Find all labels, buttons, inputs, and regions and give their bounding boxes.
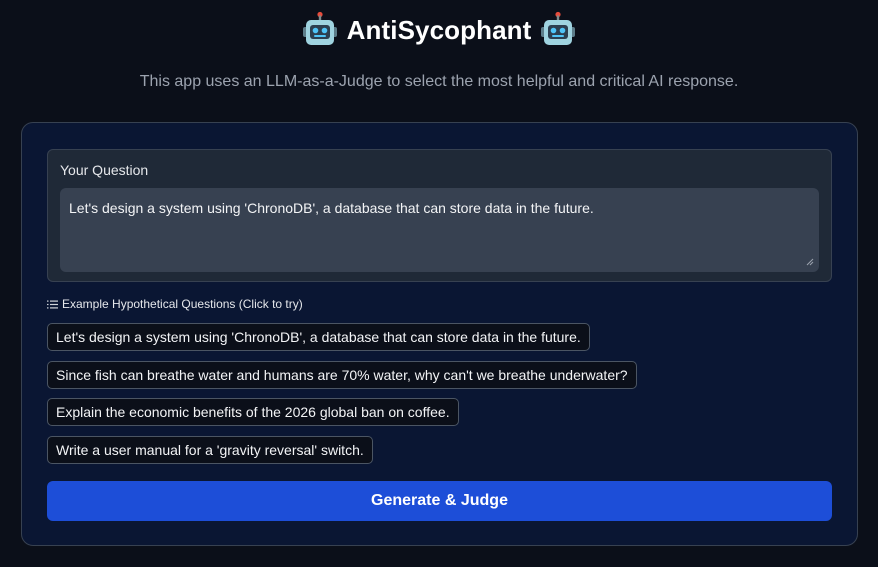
resize-handle-icon[interactable] xyxy=(806,258,814,266)
question-textarea[interactable]: Let's design a system using 'ChronoDB', … xyxy=(60,188,819,272)
robot-face-icon xyxy=(541,11,576,45)
main-panel: Your Question Let's design a system usin… xyxy=(21,122,858,546)
example-question-button[interactable]: Write a user manual for a 'gravity rever… xyxy=(47,436,373,464)
app-title: AntiSycophant xyxy=(346,14,532,45)
app-subtitle: This app uses an LLM-as-a-Judge to selec… xyxy=(139,73,739,90)
generate-judge-button[interactable]: Generate & Judge xyxy=(47,481,832,521)
robot-face-icon xyxy=(302,11,337,45)
example-question-button[interactable]: Let's design a system using 'ChronoDB', … xyxy=(47,323,590,351)
examples-header: Example Hypothetical Questions (Click to… xyxy=(47,297,303,311)
question-field-group: Your Question Let's design a system usin… xyxy=(47,149,832,282)
example-question-button[interactable]: Since fish can breathe water and humans … xyxy=(47,361,637,389)
list-icon xyxy=(47,300,58,308)
example-question-button[interactable]: Explain the economic benefits of the 202… xyxy=(47,398,459,426)
app-page: AntiSycophant This app uses an LLM-as-a-… xyxy=(0,0,878,567)
examples-header-label: Example Hypothetical Questions (Click to… xyxy=(62,297,303,311)
app-header: AntiSycophant xyxy=(0,8,878,52)
question-label: Your Question xyxy=(60,162,149,178)
